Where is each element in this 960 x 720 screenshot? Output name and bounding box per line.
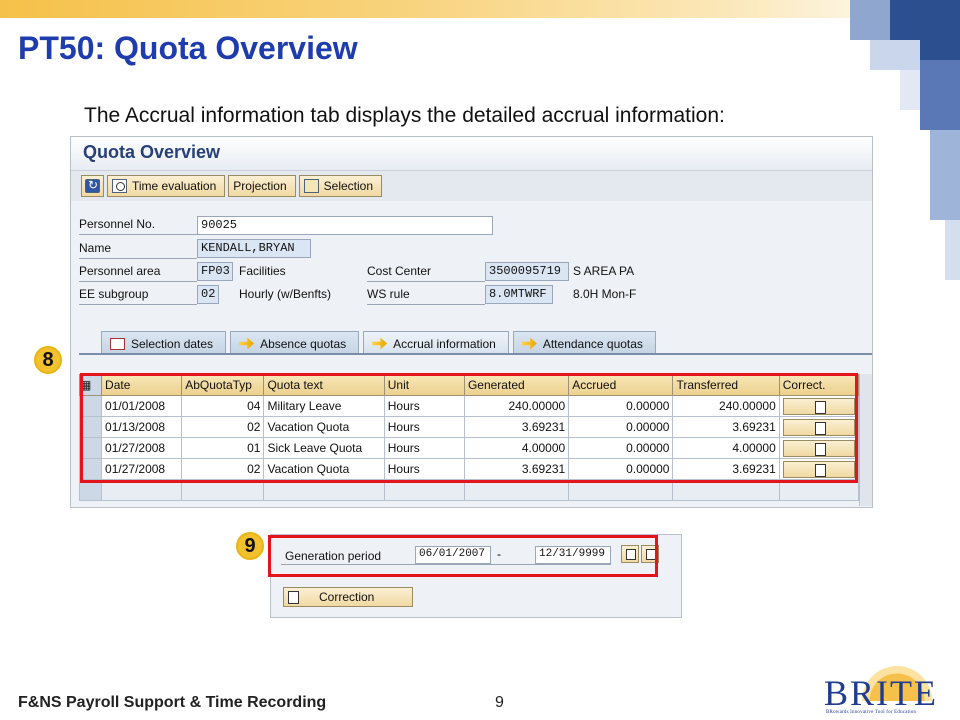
logo-tagline: BRowards Innovative Tool for Education: [826, 710, 917, 715]
time-evaluation-button[interactable]: Time evaluation: [107, 175, 226, 197]
cost-center-text: S AREA PA: [573, 264, 635, 278]
arrow-right-icon: [521, 337, 537, 350]
time-evaluation-label: Time evaluation: [132, 179, 217, 193]
tab-absence-quotas[interactable]: Absence quotas: [230, 331, 360, 353]
tab-strip: Selection dates Absence quotas Accrual i…: [101, 331, 871, 353]
selection-label: Selection: [323, 179, 374, 193]
selection-button[interactable]: Selection: [298, 175, 383, 197]
tab-label: Selection dates: [131, 336, 214, 351]
ee-subgroup-field: 02: [197, 285, 219, 304]
arrow-right-icon: [372, 337, 388, 350]
ws-rule-field: 8.0MTWRF: [485, 285, 553, 304]
cost-center-field: 3500095719: [485, 262, 569, 281]
refresh-icon: [85, 178, 100, 193]
calendar-icon: [110, 337, 125, 350]
clock-icon: [112, 179, 127, 193]
correction-button[interactable]: Correction: [283, 587, 413, 607]
tab-selection-dates[interactable]: Selection dates: [101, 331, 227, 353]
tab-label: Accrual information: [393, 336, 496, 351]
footer-text: F&NS Payroll Support & Time Recording: [18, 694, 327, 711]
highlight-box-9: [268, 535, 658, 577]
ws-rule-label: WS rule: [367, 287, 485, 305]
brite-logo: BRITE BRowards Innovative Tool for Educa…: [820, 664, 955, 720]
personnel-area-text: Facilities: [239, 264, 286, 278]
slide-title: PT50: Quota Overview: [18, 30, 358, 66]
page-number: 9: [495, 694, 504, 711]
screen-title: Quota Overview: [71, 137, 872, 171]
personnel-no-input[interactable]: 90025: [197, 216, 493, 235]
selection-icon: [303, 179, 319, 193]
ws-rule-text: 8.0H Mon-F: [573, 287, 637, 301]
tab-label: Absence quotas: [260, 336, 347, 351]
header-fields: Personnel No. 90025 Name KENDALL,BRYAN P…: [71, 201, 872, 321]
arrow-right-icon: [239, 337, 255, 350]
personnel-no-label: Personnel No.: [79, 217, 197, 235]
step-badge-8: 8: [34, 346, 62, 374]
document-icon: [288, 590, 299, 604]
slide-subtitle: The Accrual information tab displays the…: [84, 104, 725, 127]
name-label: Name: [79, 241, 197, 259]
personnel-area-field: FP03: [197, 262, 233, 281]
projection-button[interactable]: Projection: [79, 175, 859, 388]
personnel-area-label: Personnel area: [79, 264, 197, 282]
name-field: KENDALL,BRYAN: [197, 239, 311, 258]
tab-divider: [79, 353, 872, 355]
tab-label: Attendance quotas: [542, 336, 643, 351]
projection-label: Projection: [233, 179, 287, 193]
tab-attendance-quotas[interactable]: Attendance quotas: [512, 331, 656, 353]
ee-subgroup-text: Hourly (w/Benfts): [239, 287, 332, 301]
step-badge-9: 9: [236, 532, 264, 560]
refresh-button[interactable]: [81, 175, 104, 197]
application-toolbar: Time evaluation Projection Selection: [71, 171, 872, 388]
cost-center-label: Cost Center: [367, 264, 485, 282]
tab-accrual-information[interactable]: Accrual information: [363, 331, 509, 353]
correction-label: Correction: [319, 590, 375, 604]
highlight-box-8: [80, 373, 858, 483]
table-vertical-scrollbar[interactable]: [859, 374, 872, 506]
ee-subgroup-label: EE subgroup: [79, 287, 197, 305]
logo-wordmark: BRITE: [824, 673, 938, 713]
